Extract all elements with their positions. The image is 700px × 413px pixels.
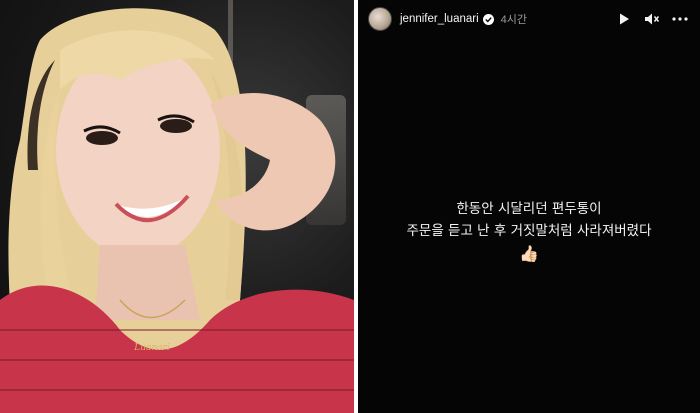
story-caption: 한동안 시달리던 편두통이 주문을 듣고 난 후 거짓말처럼 사라져버렸다 👍🏻: [358, 198, 700, 264]
more-icon[interactable]: [670, 9, 690, 29]
verified-badge-icon: [482, 13, 494, 25]
avatar[interactable]: [368, 7, 392, 31]
caption-line-2: 주문을 듣고 난 후 거짓말처럼 사라져버렸다: [406, 223, 652, 239]
selfie-photo: Luanari: [0, 0, 354, 413]
mute-icon[interactable]: [642, 9, 662, 29]
username[interactable]: jennifer_luanari: [400, 13, 479, 25]
caption-line-1: 한동안 시달리던 편두통이: [456, 201, 602, 217]
portrait-illustration: Luanari: [0, 8, 354, 413]
story-panel: jennifer_luanari 4시간 한동안 시달리던 편두통이 주문을 듣…: [358, 0, 700, 413]
story-header: jennifer_luanari 4시간: [358, 0, 700, 38]
post-timestamp: 4시간: [500, 14, 527, 26]
thumbs-up-icon: 👍🏻: [519, 244, 539, 263]
play-icon[interactable]: [614, 9, 634, 29]
necklace-text: Luanari: [133, 343, 170, 353]
